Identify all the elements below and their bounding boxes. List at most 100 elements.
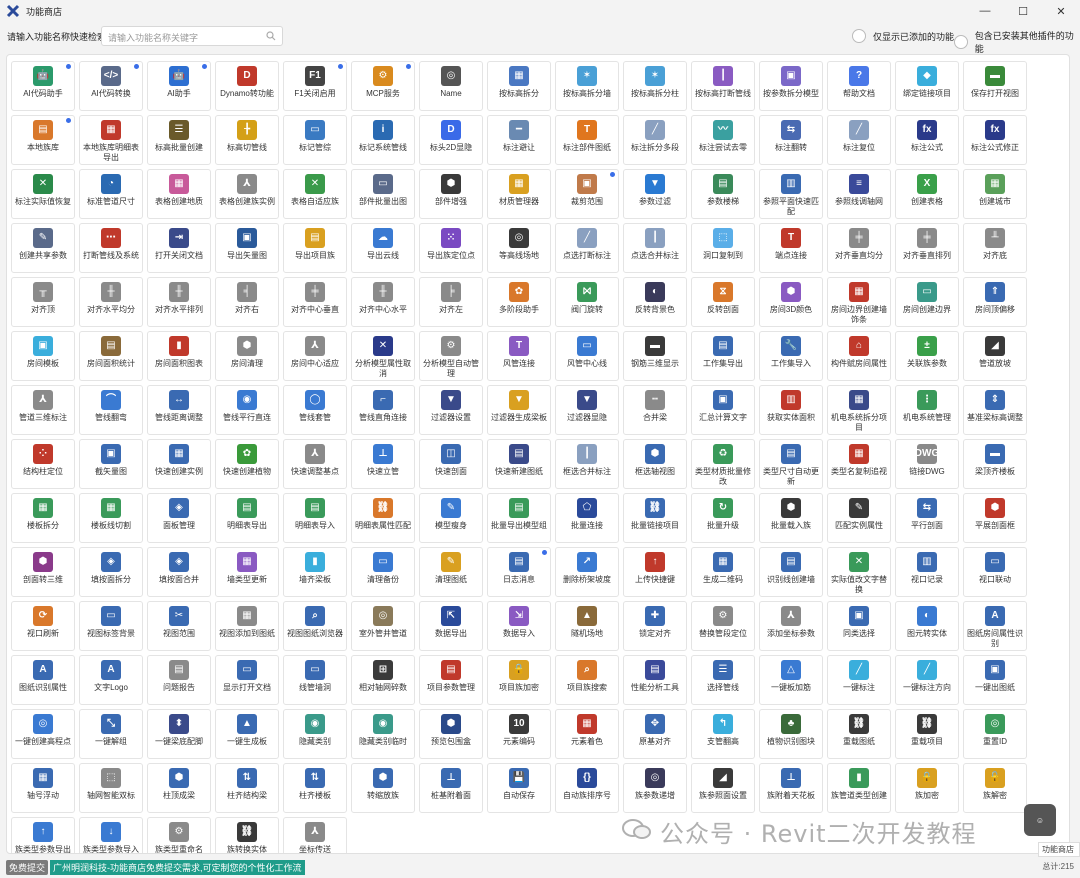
function-tile[interactable]: ⚙ 替换管段定位 xyxy=(691,601,755,651)
function-tile[interactable]: ♻ 类型材质批量修改 xyxy=(691,439,755,489)
function-tile[interactable]: ⅄ 管道三维标注 xyxy=(11,385,75,435)
function-tile[interactable]: ◯ 管线套管 xyxy=(283,385,347,435)
function-tile[interactable]: ╱ 点选打断标注 xyxy=(555,223,619,273)
function-tile[interactable]: ⬚ 洞口复制到 xyxy=(691,223,755,273)
function-tile[interactable]: 🔧 工作集导入 xyxy=(759,331,823,381)
function-tile[interactable]: ▭ 清理备份 xyxy=(351,547,415,597)
include-other-toggle[interactable] xyxy=(954,35,968,49)
function-tile[interactable]: ◎ 等高线场地 xyxy=(487,223,551,273)
function-tile[interactable]: ▣ 导出矢量图 xyxy=(215,223,279,273)
company-notice[interactable]: 广州明润科技-功能商店免费提交需求,可定制您的个性化工作流 xyxy=(50,860,305,875)
function-tile[interactable]: A 图纸房间属性识别 xyxy=(963,601,1027,651)
function-tile[interactable]: ◉ 管线平行直连 xyxy=(215,385,279,435)
close-button[interactable]: ✕ xyxy=(1042,0,1080,22)
function-tile[interactable]: ⋮ 机电系统管理 xyxy=(895,385,959,435)
function-tile[interactable]: ◉ 隐藏类别临时 xyxy=(351,709,415,759)
function-tile[interactable]: ▲ 隧机场地 xyxy=(555,601,619,651)
function-tile[interactable]: ↗ 删除桥架坡度 xyxy=(555,547,619,597)
function-tile[interactable]: ☰ 标高批量创建 xyxy=(147,115,211,165)
function-tile[interactable]: ▦ 墙类型更新 xyxy=(215,547,279,597)
function-tile[interactable]: ↔ 管线距离调整 xyxy=(147,385,211,435)
function-tile[interactable]: ▼ 参数过滤 xyxy=(623,169,687,219)
function-tile[interactable]: ⛓ 批量链接项目 xyxy=(623,493,687,543)
free-submit-button[interactable]: 免费提交 xyxy=(6,860,49,875)
function-tile[interactable]: F1 F1关闭启用 xyxy=(283,61,347,111)
function-tile[interactable]: ▥ 获取实体面积 xyxy=(759,385,823,435)
function-tile[interactable]: ⇅ 柱齐结构梁 xyxy=(215,763,279,813)
function-tile[interactable]: ▤ 类型尺寸自动更新 xyxy=(759,439,823,489)
function-tile[interactable]: ⤡ 一键解组 xyxy=(79,709,143,759)
function-tile[interactable]: ⇥ 打开关闭文档 xyxy=(147,223,211,273)
function-tile[interactable]: ◎ Name xyxy=(419,61,483,111)
function-tile[interactable]: D 标头2D显隐 xyxy=(419,115,483,165)
function-tile[interactable]: ▭ 风管中心线 xyxy=(555,331,619,381)
function-tile[interactable]: ▦ 快速创建实例 xyxy=(147,439,211,489)
function-tile[interactable]: ▣ 按参数拆分模型 xyxy=(759,61,823,111)
function-tile[interactable]: T 风管连接 xyxy=(487,331,551,381)
function-tile[interactable]: 💾 自动保存 xyxy=(487,763,551,813)
function-tile[interactable]: ◈ 填按面拆分 xyxy=(79,547,143,597)
function-tile[interactable]: ◎ 一键创建高程点 xyxy=(11,709,75,759)
function-tile[interactable]: ▮ 房间面积图表 xyxy=(147,331,211,381)
function-tile[interactable]: ⌂ 构件赋房间属性 xyxy=(827,331,891,381)
function-tile[interactable]: ▦ 类型名复制追视 xyxy=(827,439,891,489)
function-tile[interactable]: ✎ 模型瘦身 xyxy=(419,493,483,543)
function-tile[interactable]: △ 一键板加筋 xyxy=(759,655,823,705)
function-tile[interactable]: ⛓ 重载项目 xyxy=(895,709,959,759)
function-tile[interactable]: ┃ 按标高打断管线 xyxy=(691,61,755,111)
function-tile[interactable]: {} 自动族排序号 xyxy=(555,763,619,813)
function-tile[interactable]: ⬢ 框选轴视图 xyxy=(623,439,687,489)
function-tile[interactable]: ▦ 机电系统拆分项目 xyxy=(827,385,891,435)
function-tile[interactable]: A 图纸识别属性 xyxy=(11,655,75,705)
function-tile[interactable]: ✶ 按标高拆分墙 xyxy=(555,61,619,111)
function-tile[interactable]: T 标注部件图纸 xyxy=(555,115,619,165)
function-tile[interactable]: ✚ 锁定对齐 xyxy=(623,601,687,651)
function-tile[interactable]: D Dynamo转功能 xyxy=(215,61,279,111)
function-tile[interactable]: ▣ 裁剪范围 xyxy=(555,169,619,219)
function-tile[interactable]: ◎ 重置ID xyxy=(963,709,1027,759)
function-tile[interactable]: ┃ 框选合并标注 xyxy=(555,439,619,489)
search-icon[interactable] xyxy=(266,31,276,41)
function-tile[interactable]: ▦ 楼板拆分 xyxy=(11,493,75,543)
function-tile[interactable]: ▮ 墙齐梁板 xyxy=(283,547,347,597)
function-tile[interactable]: ╨ 对齐底 xyxy=(963,223,1027,273)
function-tile[interactable]: ▼ 过滤器生成梁板 xyxy=(487,385,551,435)
function-tile[interactable]: ▦ 本地族库明细表导出 xyxy=(79,115,143,165)
function-tile[interactable]: ╫ 对齐水平排列 xyxy=(147,277,211,327)
function-tile[interactable]: ⁘ 结构柱定位 xyxy=(11,439,75,489)
function-tile[interactable]: ┅ 合并梁 xyxy=(623,385,687,435)
function-tile[interactable]: ╪ 对齐中心垂直 xyxy=(283,277,347,327)
function-tile[interactable]: ⇲ 数据导入 xyxy=(487,601,551,651)
function-tile[interactable]: ⬢ 预览包围盒 xyxy=(419,709,483,759)
function-tile[interactable]: ♣ 植物识别图块 xyxy=(759,709,823,759)
function-tile[interactable]: ↓ 族类型参数导入 xyxy=(79,817,143,853)
function-tile[interactable]: ▭ 显示打开文档 xyxy=(215,655,279,705)
function-tile[interactable]: ⇆ 标注翻转 xyxy=(759,115,823,165)
function-tile[interactable]: ⊥ 族附着天花板 xyxy=(759,763,823,813)
function-tile[interactable]: ▤ 导出项目族 xyxy=(283,223,347,273)
function-tile[interactable]: ╱ 一键标注 xyxy=(827,655,891,705)
function-tile[interactable]: ☁ 导出云线 xyxy=(351,223,415,273)
function-tile[interactable]: ⌕ 视图图纸浏览器 xyxy=(283,601,347,651)
function-tile[interactable]: ▼ 过滤器设置 xyxy=(419,385,483,435)
function-tile[interactable]: ▤ 工作集导出 xyxy=(691,331,755,381)
function-tile[interactable]: ▤ 快速新建图纸 xyxy=(487,439,551,489)
function-tile[interactable]: ⚙ 族类型重命名 xyxy=(147,817,211,853)
function-tile[interactable]: ✿ 多阶段助手 xyxy=(487,277,551,327)
function-tile[interactable]: ▲ 一键生成板 xyxy=(215,709,279,759)
function-tile[interactable]: ╊ 标高切管线 xyxy=(215,115,279,165)
function-tile[interactable]: ⋯ 打断管线及系统 xyxy=(79,223,143,273)
function-tile[interactable]: ↑ 上传快捷键 xyxy=(623,547,687,597)
function-tile[interactable]: ▬ 梁顶齐楼板 xyxy=(963,439,1027,489)
function-tile[interactable]: ⬢ 部件增强 xyxy=(419,169,483,219)
function-tile[interactable]: ⬢ 柱顶成梁 xyxy=(147,763,211,813)
function-tile[interactable]: ▤ 参数楼梯 xyxy=(691,169,755,219)
maximize-button[interactable]: ☐ xyxy=(1004,0,1042,22)
function-tile[interactable]: ╫ 对齐中心水平 xyxy=(351,277,415,327)
function-tile[interactable]: ▦ 创建城市 xyxy=(963,169,1027,219)
function-tile[interactable]: ⛓ 族转换实体 xyxy=(215,817,279,853)
function-tile[interactable]: ⊥ 快速立管 xyxy=(351,439,415,489)
function-tile[interactable]: A 文字Logo xyxy=(79,655,143,705)
function-tile[interactable]: ⊥ 桩基附着面 xyxy=(419,763,483,813)
function-tile[interactable]: ╞ 对齐左 xyxy=(419,277,483,327)
